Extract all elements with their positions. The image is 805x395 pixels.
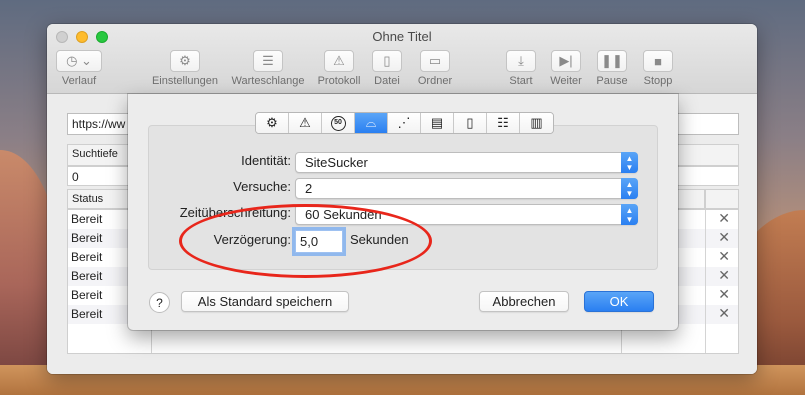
file-icon[interactable]: ▯	[372, 50, 402, 72]
settings-tab-bar: ⚙ ⚠ 50 ⌓ ⋰ ▤ ▯ ☷ ▥	[255, 112, 554, 134]
identitaet-value: SiteSucker	[305, 155, 368, 170]
warning-icon[interactable]: ⚠	[324, 50, 354, 72]
settings-sheet: ⚙ ⚠ 50 ⌓ ⋰ ▤ ▯ ☷ ▥ Identität: SiteSucker…	[128, 94, 678, 330]
sliders-icon[interactable]: ☷	[487, 113, 520, 133]
toolbar-warteschlange-label: Warteschlange	[231, 75, 305, 87]
status-cell: Bereit	[71, 250, 103, 264]
toolbar-verlauf[interactable]: ◷ ⌄ Verlauf	[55, 50, 103, 87]
download-icon[interactable]: ⤓	[506, 50, 536, 72]
toolbar-verlauf-label: Verlauf	[61, 75, 97, 87]
toolbar-datei[interactable]: ▯ Datei	[369, 50, 405, 87]
window-title: Ohne Titel	[372, 29, 432, 44]
remove-icon[interactable]: ✕	[718, 229, 730, 246]
remove-icon[interactable]: ✕	[718, 286, 730, 303]
versuche-popup[interactable]: 2 ▲ ▼	[295, 178, 638, 199]
versuche-label: Versuche:	[233, 179, 291, 194]
toolbar-ordner[interactable]: ▭ Ordner	[413, 50, 457, 87]
limits-glyph: 50	[330, 115, 346, 131]
file-icon[interactable]: ▯	[454, 113, 487, 133]
status-cell: Bereit	[71, 307, 103, 321]
toolbar-einstellungen-label: Einstellungen	[151, 75, 219, 87]
remove-icon[interactable]: ✕	[718, 305, 730, 322]
pause-icon[interactable]: ❚❚	[597, 50, 627, 72]
column-header-4	[705, 189, 739, 209]
remove-icon[interactable]: ✕	[718, 267, 730, 284]
toolbar-pause-label: Pause	[596, 75, 628, 87]
limits-icon[interactable]: 50	[322, 113, 355, 133]
versuche-value: 2	[305, 181, 313, 196]
help-button[interactable]: ?	[149, 292, 170, 313]
gear-icon[interactable]: ⚙	[256, 113, 289, 133]
toolbar-start[interactable]: ⤓ Start	[503, 50, 539, 87]
toolbar-weiter-label: Weiter	[550, 75, 582, 87]
remove-icon[interactable]: ✕	[718, 248, 730, 265]
status-cell: Bereit	[71, 288, 103, 302]
cancel-button[interactable]: Abbrechen	[479, 291, 569, 312]
remove-icon[interactable]: ✕	[718, 210, 730, 227]
toolbar-start-label: Start	[509, 75, 533, 87]
column-divider	[705, 210, 706, 353]
popup-arrows-icon: ▲ ▼	[621, 178, 638, 199]
status-cell: Bereit	[71, 212, 103, 226]
identitaet-label: Identität:	[241, 153, 291, 168]
gear-icon[interactable]: ⚙	[170, 50, 200, 72]
queue-icon[interactable]: ☰	[253, 50, 283, 72]
toolbar-weiter[interactable]: ▶| Weiter	[546, 50, 586, 87]
toolbar-datei-label: Datei	[374, 75, 400, 87]
toolbar-pause[interactable]: ❚❚ Pause	[593, 50, 631, 87]
toolbar-stopp[interactable]: ■ Stopp	[639, 50, 677, 87]
resume-icon[interactable]: ▶|	[551, 50, 581, 72]
network-icon[interactable]: ⋰	[388, 113, 421, 133]
toolbar-protokoll-label: Protokoll	[317, 75, 361, 87]
stop-icon[interactable]: ■	[643, 50, 673, 72]
highlight-ellipse	[179, 204, 432, 278]
toolbar-ordner-label: Ordner	[417, 75, 453, 87]
status-cell: Bereit	[71, 231, 103, 245]
script-icon[interactable]: ▥	[520, 113, 553, 133]
folder-icon[interactable]: ▭	[420, 50, 450, 72]
toolbar-protokoll[interactable]: ⚠ Protokoll	[314, 50, 364, 87]
save-default-button[interactable]: Als Standard speichern	[181, 291, 349, 312]
history-icon[interactable]: ◷ ⌄	[56, 50, 102, 72]
titlebar: Ohne Titel ◷ ⌄ Verlauf ⚙ Einstellungen ☰…	[47, 24, 757, 94]
list-icon[interactable]: ▤	[421, 113, 454, 133]
toolbar-stopp-label: Stopp	[643, 75, 673, 87]
warning-icon[interactable]: ⚠	[289, 113, 322, 133]
ok-button[interactable]: OK	[584, 291, 654, 312]
toolbar-warteschlange[interactable]: ☰ Warteschlange	[227, 50, 309, 87]
popup-arrows-icon: ▲ ▼	[621, 204, 638, 225]
identity-icon[interactable]: ⌓	[355, 113, 388, 133]
popup-arrows-icon: ▲ ▼	[621, 152, 638, 173]
toolbar-einstellungen[interactable]: ⚙ Einstellungen	[147, 50, 223, 87]
identitaet-popup[interactable]: SiteSucker ▲ ▼	[295, 152, 638, 173]
status-cell: Bereit	[71, 269, 103, 283]
